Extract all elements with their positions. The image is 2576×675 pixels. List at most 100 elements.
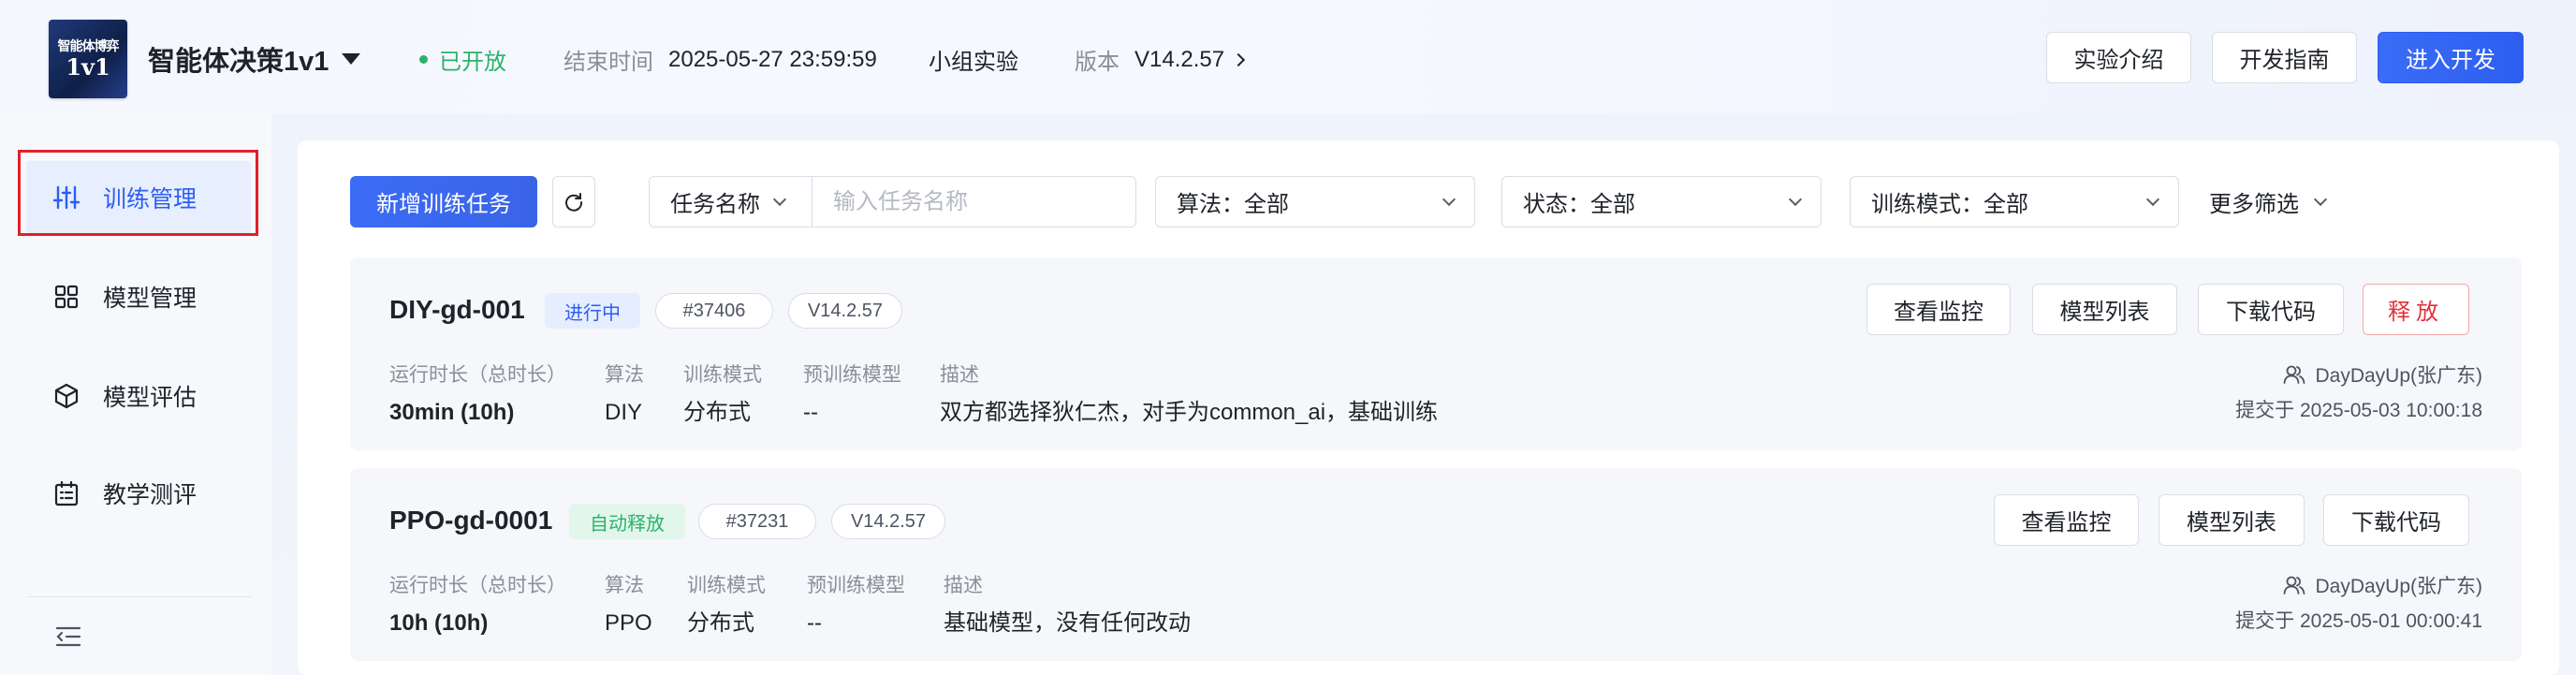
algorithm-label: 算法 xyxy=(605,575,644,596)
cube-icon xyxy=(54,383,79,409)
owner-name: DayDayUp(张广东) xyxy=(2315,365,2482,387)
guide-button[interactable]: 开发指南 xyxy=(2212,32,2357,83)
mode-filter-label: 训练模式：全部 xyxy=(1871,192,2028,217)
task-card: DIY-gd-001 进行中 #37406 V14.2.57 运行时长（总时长）… xyxy=(350,257,2522,450)
description-label: 描述 xyxy=(944,575,983,596)
sidebar-item-label: 教学测评 xyxy=(103,482,198,508)
mode-label: 训练模式 xyxy=(683,364,762,386)
pretrained-field: 预训练模型 -- xyxy=(807,574,905,638)
algorithm-value: PPO xyxy=(605,610,652,636)
task-search-group: 任务名称 xyxy=(649,176,1136,227)
description-field: 描述 基础模型，没有任何改动 xyxy=(944,574,1191,638)
intro-button[interactable]: 实验介绍 xyxy=(2046,32,2191,83)
chevron-down-icon xyxy=(2145,192,2160,206)
logo-text-bottom: 1v1 xyxy=(66,53,110,81)
task-version-badge: V14.2.57 xyxy=(788,293,902,329)
status-filter[interactable]: 状态：全部 xyxy=(1501,176,1822,227)
sidebar-item-evaluation[interactable]: 模型评估 xyxy=(26,360,251,433)
runtime-field: 运行时长（总时长） 30min (10h) xyxy=(389,363,566,427)
sidebar: 训练管理 模型管理 模型评估 教学测评 xyxy=(0,114,271,675)
task-state-badge: 进行中 xyxy=(545,293,640,329)
description-field: 描述 双方都选择狄仁杰，对手为common_ai，基础训练 xyxy=(940,363,1438,427)
users-icon xyxy=(2284,576,2305,594)
submit-prefix: 提交于 xyxy=(2235,610,2295,632)
task-owner: DayDayUp(张广东) xyxy=(2283,571,2482,599)
release-button[interactable]: 释放 xyxy=(2363,284,2469,335)
runtime-label: 运行时长（总时长） xyxy=(389,364,566,386)
top-header: 智能体博弈 1v1 智能体决策1v1 已开放 结束时间 2025-05-27 2… xyxy=(0,0,2576,114)
sidebar-divider xyxy=(26,596,251,597)
end-time-value: 2025-05-27 23:59:59 xyxy=(668,46,877,72)
status-dot-icon xyxy=(419,55,428,64)
sidebar-item-teaching[interactable]: 教学测评 xyxy=(26,457,251,530)
model-list-button[interactable]: 模型列表 xyxy=(2159,494,2305,546)
chevron-right-icon xyxy=(1232,52,1246,66)
chevron-down-icon xyxy=(1788,192,1803,206)
mode-field: 训练模式 分布式 xyxy=(687,574,766,638)
mode-value: 分布式 xyxy=(683,400,751,425)
sidebar-item-label: 训练管理 xyxy=(103,186,198,213)
app-logo: 智能体博弈 1v1 xyxy=(49,20,127,98)
task-name[interactable]: DIY-gd-001 xyxy=(389,295,525,325)
submit-time-value: 2025-05-01 00:00:41 xyxy=(2300,610,2482,632)
submit-time: 提交于 2025-05-03 10:00:18 xyxy=(2235,395,2482,423)
chevron-down-icon xyxy=(2313,192,2328,206)
mode-value: 分布式 xyxy=(687,610,754,636)
model-list-button[interactable]: 模型列表 xyxy=(2032,284,2177,335)
sidebar-item-models[interactable]: 模型管理 xyxy=(26,260,251,333)
sidebar-item-label: 模型管理 xyxy=(103,286,198,312)
chevron-down-icon xyxy=(1442,192,1456,206)
refresh-button[interactable] xyxy=(552,176,595,227)
task-id-badge: #37406 xyxy=(655,293,773,329)
sidebar-item-training[interactable]: 训练管理 xyxy=(26,161,251,234)
status-text: 已开放 xyxy=(439,50,506,75)
description-label: 描述 xyxy=(940,364,979,386)
task-name[interactable]: PPO-gd-0001 xyxy=(389,506,552,536)
task-card: PPO-gd-0001 自动释放 #37231 V14.2.57 运行时长（总时… xyxy=(350,468,2522,661)
more-filters-button[interactable]: 更多筛选 xyxy=(2209,176,2328,227)
algorithm-filter-label: 算法：全部 xyxy=(1177,192,1289,217)
view-monitor-button[interactable]: 查看监控 xyxy=(1866,284,2011,335)
algorithm-filter[interactable]: 算法：全部 xyxy=(1155,176,1475,227)
runtime-value: 10h (10h) xyxy=(389,610,489,636)
owner-name: DayDayUp(张广东) xyxy=(2315,576,2482,597)
task-version-badge: V14.2.57 xyxy=(831,504,945,539)
more-filters-label: 更多筛选 xyxy=(2209,192,2299,217)
task-state-badge: 自动释放 xyxy=(569,504,685,539)
caret-down-icon xyxy=(342,53,361,65)
group-type-text: 小组实验 xyxy=(929,50,1018,75)
pretrained-field: 预训练模型 -- xyxy=(803,363,901,427)
chevron-down-icon xyxy=(772,192,787,206)
version-label: 版本 xyxy=(1075,50,1120,75)
submit-time-value: 2025-05-03 10:00:18 xyxy=(2300,400,2482,421)
runtime-field: 运行时长（总时长） 10h (10h) xyxy=(389,574,566,638)
calendar-list-icon xyxy=(54,480,79,506)
mode-label: 训练模式 xyxy=(687,575,766,596)
pretrained-value: -- xyxy=(803,400,818,425)
runtime-value: 30min (10h) xyxy=(389,400,515,425)
download-code-button[interactable]: 下载代码 xyxy=(2198,284,2344,335)
add-training-task-button[interactable]: 新增训练任务 xyxy=(350,176,537,227)
runtime-label: 运行时长（总时长） xyxy=(389,575,566,596)
grid-icon xyxy=(54,285,79,309)
users-icon xyxy=(2284,365,2305,384)
task-id-badge: #37231 xyxy=(698,504,816,539)
mode-filter[interactable]: 训练模式：全部 xyxy=(1850,176,2179,227)
enter-dev-button[interactable]: 进入开发 xyxy=(2378,32,2524,83)
submit-prefix: 提交于 xyxy=(2235,400,2295,421)
sidebar-item-label: 模型评估 xyxy=(103,385,198,411)
view-monitor-button[interactable]: 查看监控 xyxy=(1994,494,2139,546)
task-owner: DayDayUp(张广东) xyxy=(2283,360,2482,389)
task-name-input[interactable] xyxy=(812,177,1135,227)
main-panel: 新增训练任务 任务名称 算法：全部 状态：全部 训练模式：全部 更多筛选 DIY… xyxy=(298,140,2559,675)
app-title-dropdown[interactable]: 智能体决策1v1 xyxy=(148,39,361,79)
pretrained-label: 预训练模型 xyxy=(807,575,905,596)
download-code-button[interactable]: 下载代码 xyxy=(2323,494,2469,546)
refresh-icon xyxy=(565,192,583,212)
menu-collapse-icon[interactable] xyxy=(54,624,82,649)
pretrained-value: -- xyxy=(807,610,822,636)
search-field-select[interactable]: 任务名称 xyxy=(650,177,812,227)
description-value: 双方都选择狄仁杰，对手为common_ai，基础训练 xyxy=(940,400,1439,425)
version-selector[interactable]: 版本 V14.2.57 xyxy=(1075,43,1246,76)
sliders-icon xyxy=(52,185,80,210)
